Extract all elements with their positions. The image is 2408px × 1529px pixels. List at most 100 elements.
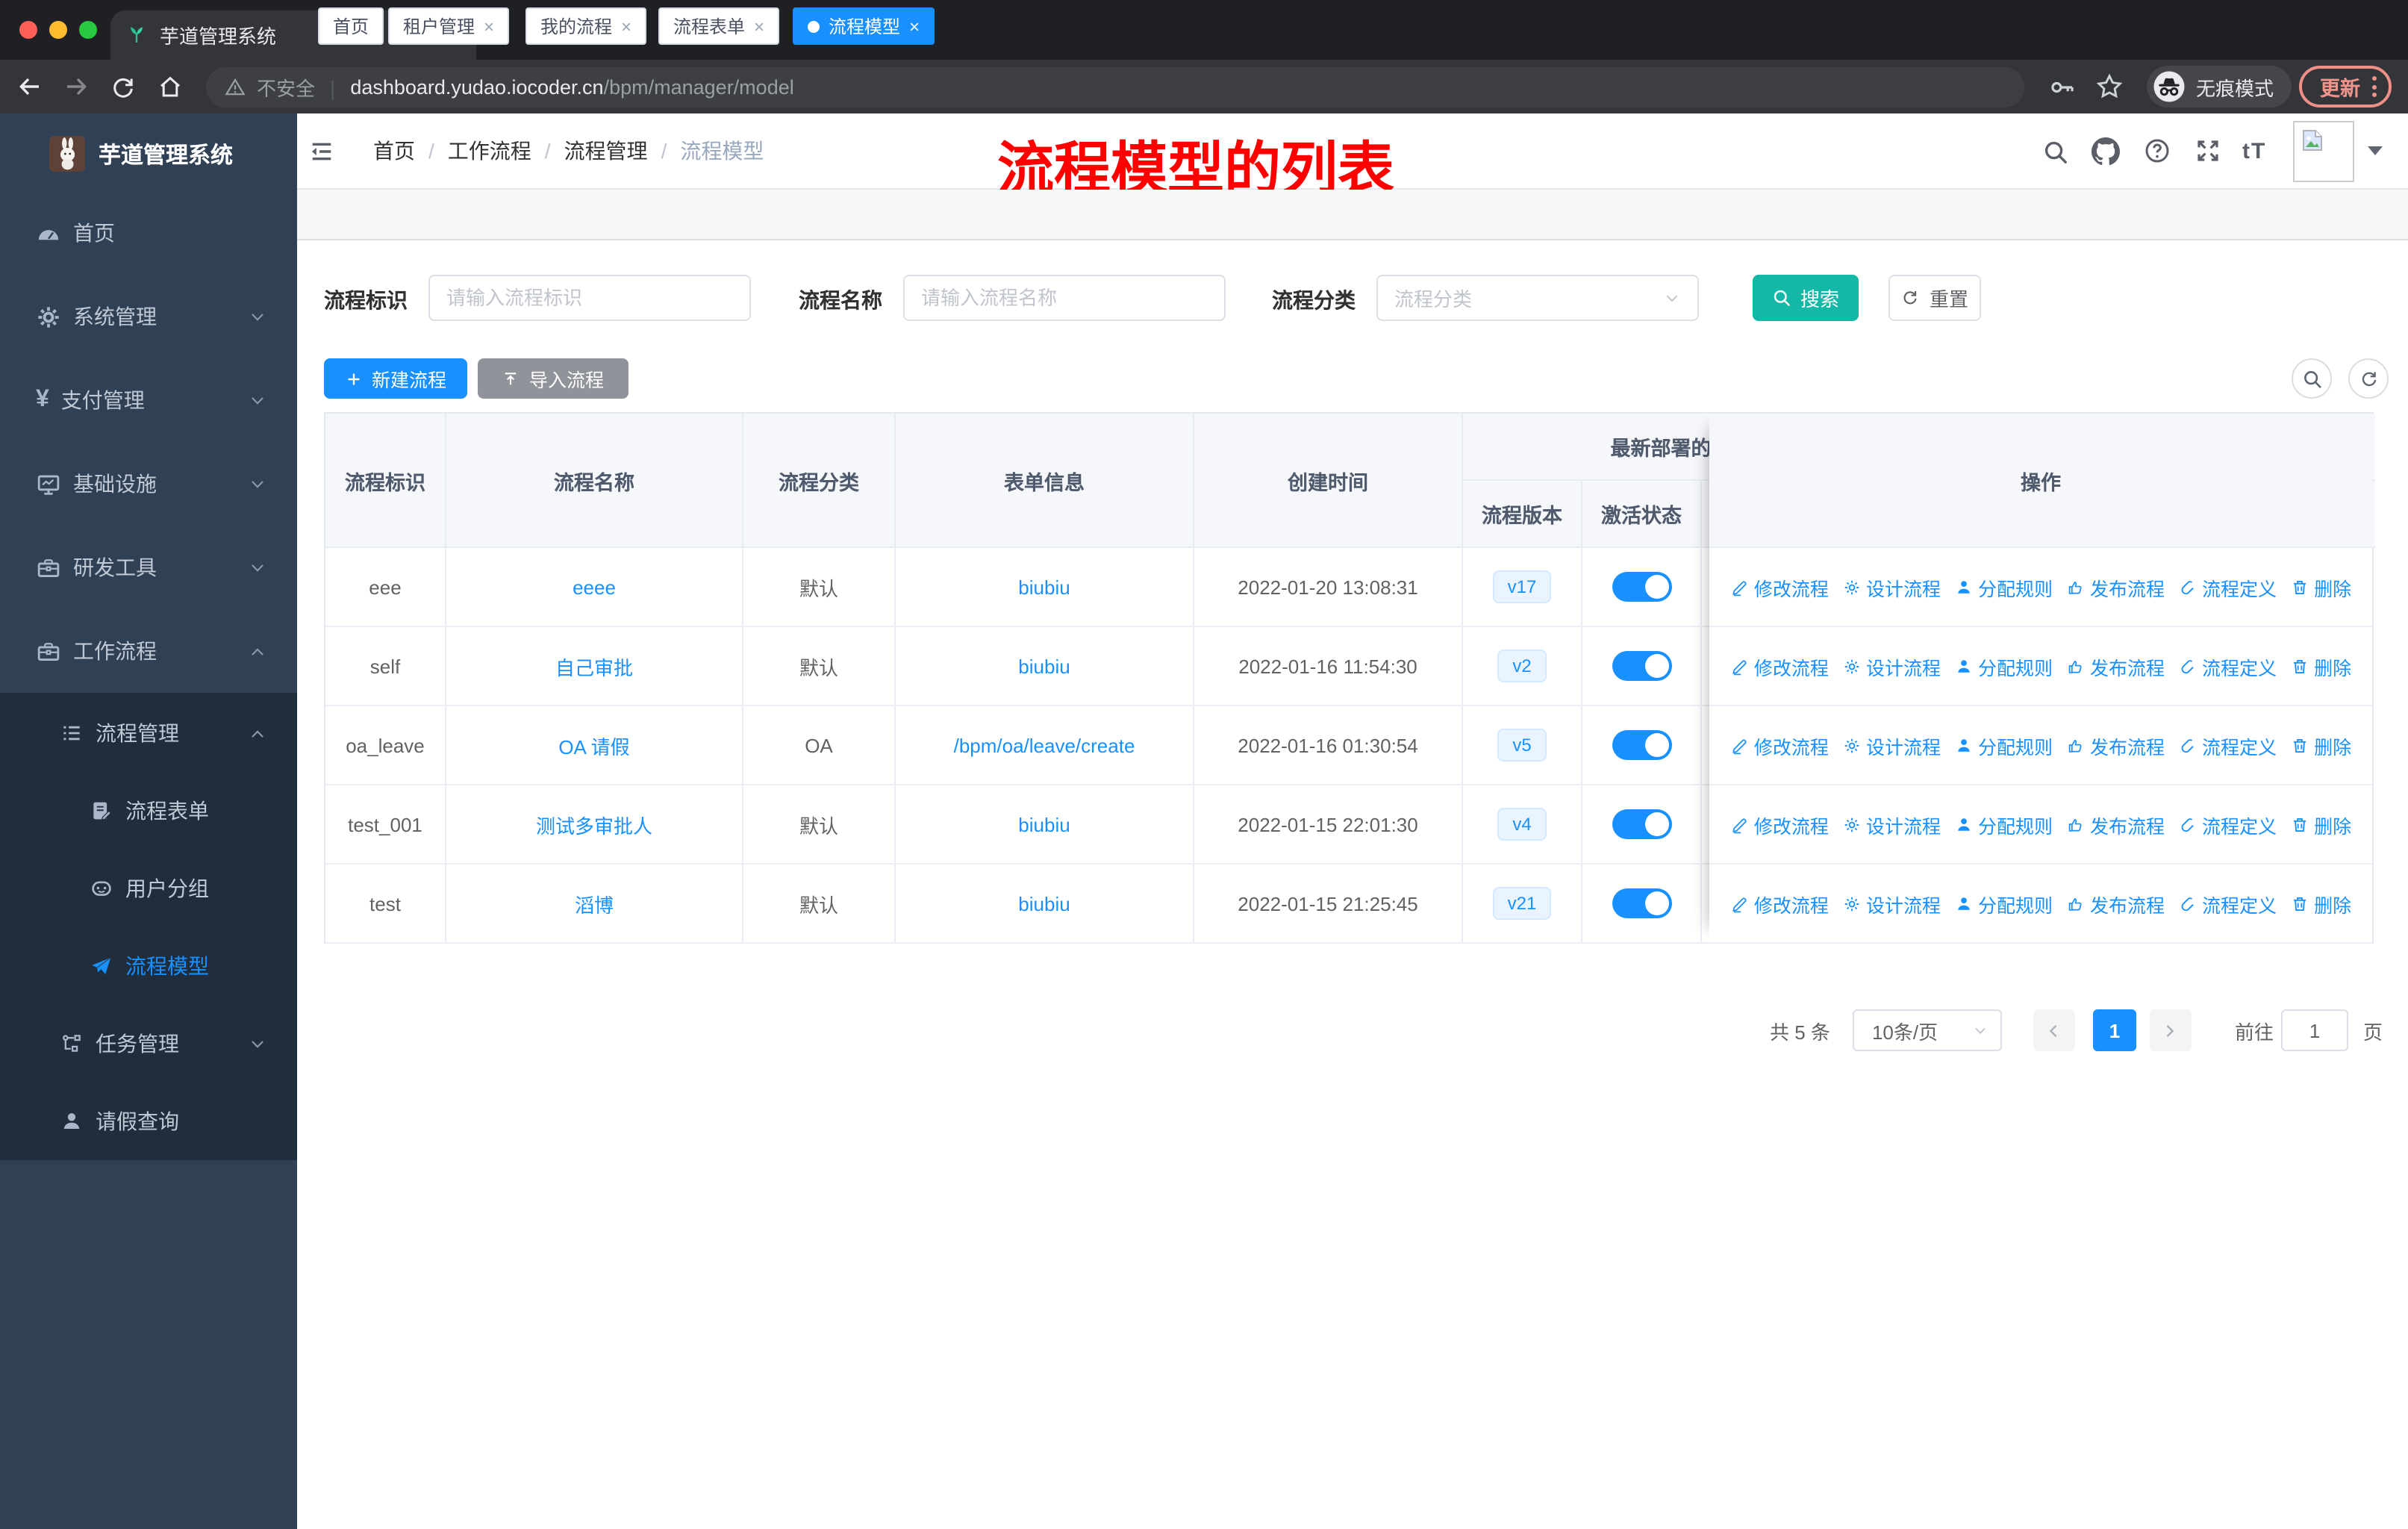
current-page-button[interactable]: 1: [2092, 1009, 2136, 1051]
font-size-button[interactable]: tT: [2242, 139, 2266, 164]
window-minimize-button[interactable]: [49, 21, 67, 39]
forward-button[interactable]: [63, 73, 90, 100]
process-definition-link[interactable]: 流程定义: [2178, 652, 2277, 680]
process-name-link[interactable]: 滔博: [575, 889, 614, 918]
sidebar-item-payment[interactable]: ¥ 支付管理: [0, 358, 297, 442]
sidebar-item-devtools[interactable]: 研发工具: [0, 526, 297, 609]
github-link[interactable]: [2092, 137, 2120, 166]
process-definition-link[interactable]: 流程定义: [2178, 731, 2277, 759]
sidebar-item-process-model[interactable]: 流程模型: [0, 927, 297, 1005]
back-button[interactable]: [16, 73, 43, 100]
publish-process-link[interactable]: 发布流程: [2066, 810, 2165, 838]
breadcrumb-home[interactable]: 首页: [373, 136, 415, 166]
sidebar-item-infra[interactable]: 基础设施: [0, 442, 297, 526]
publish-process-link[interactable]: 发布流程: [2066, 652, 2165, 680]
home-button[interactable]: [157, 73, 184, 100]
assign-rule-link[interactable]: 分配规则: [1954, 810, 2053, 838]
window-zoom-button[interactable]: [79, 21, 97, 39]
process-definition-link[interactable]: 流程定义: [2178, 810, 2277, 838]
design-process-link[interactable]: 设计流程: [1842, 573, 1941, 601]
process-key-input[interactable]: [428, 275, 751, 321]
breadcrumb-process-mgmt[interactable]: 流程管理: [564, 136, 648, 166]
process-name-input[interactable]: [903, 275, 1226, 321]
help-button[interactable]: [2144, 137, 2171, 164]
active-toggle[interactable]: [1612, 651, 1671, 681]
update-label[interactable]: 更新: [2320, 72, 2360, 102]
publish-process-link[interactable]: 发布流程: [2066, 731, 2165, 759]
reset-button[interactable]: 重置: [1888, 275, 1981, 321]
tag-my-process[interactable]: 我的流程 ×: [525, 7, 647, 45]
modify-process-link[interactable]: 修改流程: [1730, 573, 1829, 601]
process-definition-link[interactable]: 流程定义: [2178, 573, 2277, 601]
process-name-link[interactable]: OA 请假: [558, 731, 629, 759]
publish-process-link[interactable]: 发布流程: [2066, 573, 2165, 601]
design-process-link[interactable]: 设计流程: [1842, 889, 1941, 918]
design-process-link[interactable]: 设计流程: [1842, 810, 1941, 838]
goto-page-input[interactable]: [2280, 1009, 2348, 1051]
kebab-menu-icon[interactable]: [2372, 76, 2377, 97]
modify-process-link[interactable]: 修改流程: [1730, 731, 1829, 759]
close-icon[interactable]: ×: [484, 16, 494, 37]
process-name-link[interactable]: 自己审批: [555, 652, 633, 680]
assign-rule-link[interactable]: 分配规则: [1954, 889, 2053, 918]
version-tag[interactable]: v5: [1497, 729, 1547, 762]
active-toggle[interactable]: [1612, 888, 1671, 918]
sidebar-item-process-form[interactable]: 流程表单: [0, 772, 297, 850]
header-search-button[interactable]: [2042, 139, 2069, 166]
reload-button[interactable]: [110, 74, 136, 99]
process-definition-link[interactable]: 流程定义: [2178, 889, 2277, 918]
version-tag[interactable]: v2: [1497, 650, 1547, 682]
tag-tenant[interactable]: 租户管理 ×: [388, 7, 510, 45]
table-search-toggle-button[interactable]: [2292, 358, 2332, 399]
design-process-link[interactable]: 设计流程: [1842, 652, 1941, 680]
process-name-link[interactable]: 测试多审批人: [536, 810, 652, 838]
form-link[interactable]: biubiu: [1018, 576, 1070, 598]
import-process-button[interactable]: 导入流程: [478, 358, 628, 399]
sidebar-item-user-group[interactable]: 用户分组: [0, 850, 297, 927]
window-close-button[interactable]: [19, 21, 37, 39]
address-bar[interactable]: 不安全 | dashboard.yudao.iocoder.cn/bpm/man…: [206, 67, 2024, 108]
close-icon[interactable]: ×: [621, 16, 631, 37]
avatar-caret-down-icon[interactable]: [2368, 146, 2383, 155]
not-secure-label[interactable]: 不安全: [257, 73, 315, 102]
form-link[interactable]: /bpm/oa/leave/create: [954, 734, 1135, 756]
tag-process-form[interactable]: 流程表单 ×: [658, 7, 780, 45]
delete-link[interactable]: 删除: [2290, 652, 2351, 680]
sidebar-item-workflow[interactable]: 工作流程: [0, 609, 297, 693]
sidebar-logo[interactable]: 芋道管理系统: [0, 113, 297, 179]
close-icon[interactable]: ×: [754, 16, 764, 37]
sidebar-item-system[interactable]: 系统管理: [0, 275, 297, 358]
form-link[interactable]: biubiu: [1018, 892, 1070, 915]
prev-page-button[interactable]: [2033, 1009, 2075, 1051]
publish-process-link[interactable]: 发布流程: [2066, 889, 2165, 918]
modify-process-link[interactable]: 修改流程: [1730, 810, 1829, 838]
close-icon[interactable]: ×: [909, 16, 920, 37]
version-tag[interactable]: v17: [1492, 570, 1552, 603]
design-process-link[interactable]: 设计流程: [1842, 731, 1941, 759]
sidebar-collapse-button[interactable]: [308, 137, 336, 166]
form-link[interactable]: biubiu: [1018, 813, 1070, 835]
delete-link[interactable]: 删除: [2290, 573, 2351, 601]
active-toggle[interactable]: [1612, 809, 1671, 839]
delete-link[interactable]: 删除: [2290, 731, 2351, 759]
breadcrumb-workflow[interactable]: 工作流程: [448, 136, 531, 166]
next-page-button[interactable]: [2149, 1009, 2192, 1051]
create-process-button[interactable]: 新建流程: [324, 358, 467, 399]
active-toggle[interactable]: [1612, 730, 1671, 760]
process-name-link[interactable]: eeee: [573, 576, 616, 598]
table-refresh-button[interactable]: [2348, 358, 2389, 399]
form-link[interactable]: biubiu: [1018, 655, 1070, 677]
search-button[interactable]: 搜索: [1753, 275, 1859, 321]
version-tag[interactable]: v4: [1497, 808, 1547, 841]
sidebar-item-home[interactable]: 首页: [0, 191, 297, 275]
sidebar-item-leave-query[interactable]: 请假查询: [0, 1083, 297, 1160]
version-tag[interactable]: v21: [1492, 887, 1552, 920]
sidebar-item-process-mgmt[interactable]: 流程管理: [0, 694, 297, 772]
assign-rule-link[interactable]: 分配规则: [1954, 652, 2053, 680]
tag-process-model-active[interactable]: 流程模型 ×: [793, 7, 935, 45]
assign-rule-link[interactable]: 分配规则: [1954, 731, 2053, 759]
assign-rule-link[interactable]: 分配规则: [1954, 573, 2053, 601]
user-avatar[interactable]: [2293, 121, 2354, 182]
active-toggle[interactable]: [1612, 572, 1671, 602]
modify-process-link[interactable]: 修改流程: [1730, 889, 1829, 918]
